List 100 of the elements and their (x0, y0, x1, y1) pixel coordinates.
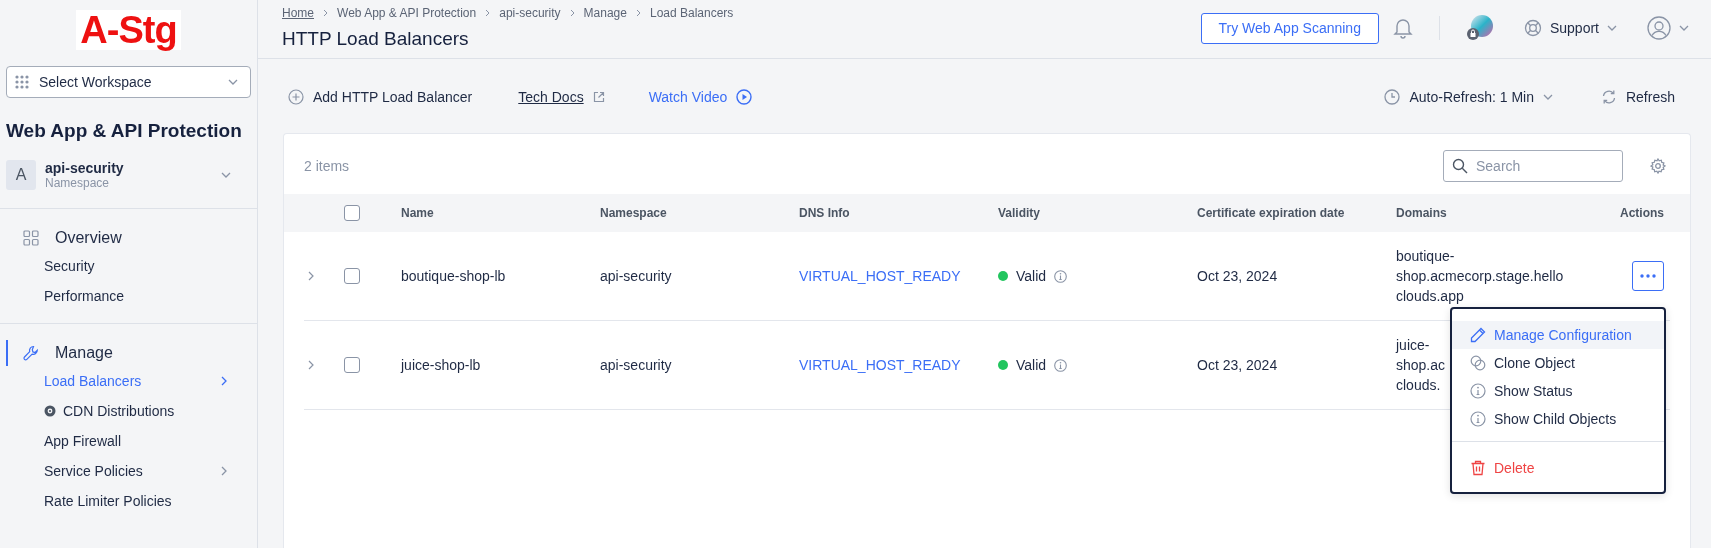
namespace-avatar: A (6, 160, 36, 190)
breadcrumb[interactable]: Web App & API Protection (337, 6, 477, 20)
table-cell-text: api-security (600, 357, 673, 373)
domain-text: clouds.app (1396, 287, 1464, 306)
namespace-selector[interactable]: A api-security Namespace (0, 160, 257, 209)
user-menu[interactable] (1647, 16, 1689, 40)
info-icon (1470, 411, 1486, 427)
table-cell-text: boutique-shop-lb (401, 268, 507, 284)
column-header: Namespace (600, 206, 668, 220)
nav-section[interactable]: Overview (6, 225, 257, 251)
support-menu[interactable]: Support (1523, 19, 1617, 37)
table-cell-text: Oct 23, 2024 (1197, 268, 1279, 284)
checkbox[interactable] (344, 205, 360, 221)
nav-item[interactable]: Load Balancers (0, 366, 257, 396)
dots-icon (1640, 274, 1656, 278)
menu-item[interactable]: Delete (1452, 454, 1664, 482)
clock-icon (1384, 89, 1401, 105)
column-header: Validity (998, 206, 1042, 220)
dns-link[interactable]: VIRTUAL_HOST_READY (799, 268, 998, 284)
chevron-right-icon (221, 376, 227, 386)
chevron-right-icon (221, 466, 227, 476)
menu-item[interactable]: Show Child Objects (1452, 405, 1664, 433)
info-icon (1470, 383, 1486, 399)
dns-link[interactable]: VIRTUAL_HOST_READY (799, 357, 998, 373)
checkbox[interactable] (344, 357, 360, 373)
namespace-name: api-security (45, 160, 125, 176)
trash-icon (1470, 460, 1486, 476)
workspace-select[interactable]: Select Workspace (6, 66, 251, 98)
info-icon[interactable] (1054, 269, 1068, 283)
column-header: DNS Info (799, 206, 851, 220)
domain-text: boutique- (1396, 247, 1455, 266)
chevron-right-icon (635, 9, 641, 17)
clone-icon (1470, 355, 1486, 371)
scan-button[interactable]: Try Web App Scanning (1200, 12, 1379, 44)
nav-item[interactable]: Performance (0, 281, 257, 311)
nav-item[interactable]: Rate Limiter Policies (0, 486, 257, 516)
plus-circle-icon (288, 89, 304, 105)
lifebuoy-icon (1523, 19, 1542, 37)
settings-icon[interactable] (1650, 158, 1666, 174)
menu-item[interactable]: Manage Configuration (1452, 321, 1664, 349)
bell-icon[interactable] (1392, 17, 1413, 39)
table-cell: Valid (1016, 357, 1047, 373)
domain-text: shop.ac (1396, 356, 1446, 375)
add-button[interactable]: Add HTTP Load Balancer (274, 89, 487, 105)
domain-text: juice- (1396, 336, 1430, 355)
nav-item[interactable]: Security (0, 251, 257, 281)
tech-docs-link[interactable]: Tech Docs (486, 89, 593, 105)
chevron-right-icon[interactable] (308, 360, 314, 370)
namespace-caption: Namespace (45, 176, 111, 190)
breadcrumb[interactable]: api-security (499, 6, 561, 20)
logo: A-Stg (76, 10, 181, 50)
column-header: Domains (1396, 206, 1448, 220)
item-count: 2 items (304, 158, 350, 174)
tenant-avatar-icon[interactable] (1465, 14, 1494, 42)
table-cell-text: juice-shop-lb (401, 357, 482, 373)
search-icon (1452, 158, 1468, 174)
chevron-right-icon (485, 9, 491, 17)
watch-video-button[interactable]: Watch Video (634, 89, 767, 105)
breadcrumb-link[interactable]: Home (282, 6, 314, 20)
column-header: Actions (1619, 206, 1664, 220)
table-cell-text: api-security (600, 268, 673, 284)
menu-item[interactable]: Clone Object (1452, 349, 1664, 377)
chevron-right-icon[interactable] (308, 271, 314, 281)
chevron-down-icon (1679, 25, 1689, 31)
wrench-icon (23, 345, 39, 361)
column-header: Name (401, 206, 435, 220)
refresh-icon (1600, 89, 1617, 105)
table-cell: Valid (1016, 268, 1047, 284)
play-circle-icon (736, 89, 753, 105)
info-icon[interactable] (1054, 358, 1068, 372)
dots-grid-icon (15, 75, 29, 89)
external-link-icon (592, 91, 605, 103)
nav-item[interactable]: Service Policies (0, 456, 257, 486)
menu-item[interactable]: Show Status (1452, 377, 1664, 405)
checkbox[interactable] (344, 268, 360, 284)
domain-text: shop.acmecorp.stage.hello (1396, 267, 1564, 286)
auto-refresh-select[interactable]: Auto-Refresh: 1 Min (1370, 89, 1567, 105)
chevron-down-icon (1542, 94, 1553, 100)
chevron-down-icon (228, 79, 238, 85)
search-field[interactable]: Search (1443, 150, 1623, 182)
table-cell-text: Oct 23, 2024 (1197, 357, 1279, 373)
app-title: Web App & API Protection (6, 120, 243, 142)
nav-item[interactable]: App Firewall (0, 426, 257, 456)
grid-icon (23, 230, 39, 246)
more-button[interactable] (1632, 261, 1664, 291)
nav-item[interactable]: CDN Distributions (0, 396, 257, 426)
chevron-right-icon (569, 9, 575, 17)
chevron-down-icon (1607, 25, 1617, 31)
chevron-down-icon (221, 172, 231, 178)
pencil-icon (1470, 327, 1486, 343)
eye-icon (44, 405, 56, 417)
page-title: HTTP Load Balancers (282, 28, 470, 50)
refresh-button[interactable]: Refresh (1586, 89, 1689, 105)
breadcrumb[interactable]: Load Balancers (649, 6, 734, 20)
chevron-right-icon (323, 9, 328, 17)
domain-text: clouds. (1396, 376, 1441, 395)
column-header: Certificate expiration date (1197, 206, 1346, 220)
nav-section[interactable]: Manage (6, 340, 257, 366)
user-icon (1647, 16, 1671, 40)
breadcrumb[interactable]: Manage (583, 6, 627, 20)
